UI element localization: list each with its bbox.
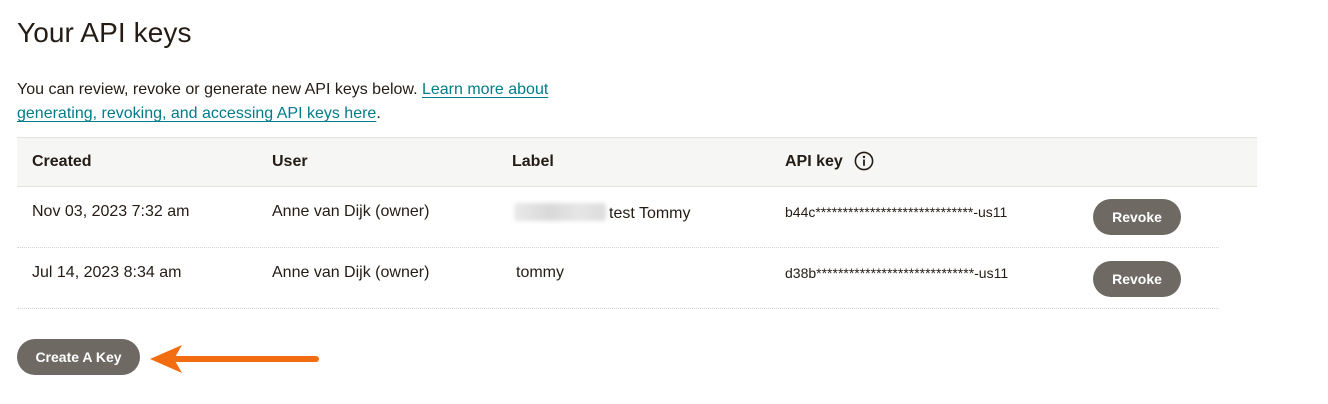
api-key-cell: b44c*****************************-us11 (785, 204, 1008, 220)
header-created: Created (32, 153, 92, 170)
info-icon[interactable] (854, 151, 874, 171)
revoke-button[interactable]: Revoke (1093, 261, 1181, 297)
label-cell: test Tommy (514, 203, 691, 223)
page-title: Your API keys (17, 17, 192, 48)
table-header: Created User Label API key (17, 137, 1257, 187)
created-cell: Nov 03, 2023 7:32 am (32, 203, 190, 220)
api-key-cell: d38b*****************************-us11 (785, 265, 1009, 281)
api-keys-page: Your API keys You can review, revoke or … (0, 0, 1328, 404)
table-row: Jul 14, 2023 8:34 am Anne van Dijk (owne… (17, 248, 1219, 309)
redacted-text (514, 203, 606, 221)
intro-end: . (376, 105, 381, 122)
label-text: test Tommy (609, 205, 691, 222)
user-cell: Anne van Dijk (owner) (272, 264, 430, 281)
header-label: Label (512, 153, 554, 170)
header-user: User (272, 153, 308, 170)
intro-paragraph: You can review, revoke or generate new A… (17, 78, 597, 126)
table-row: Nov 03, 2023 7:32 am Anne van Dijk (owne… (17, 187, 1219, 248)
revoke-button[interactable]: Revoke (1093, 199, 1181, 235)
arrow-annotation-icon (150, 345, 319, 373)
user-cell: Anne van Dijk (owner) (272, 203, 430, 220)
label-cell: tommy (516, 264, 564, 281)
created-cell: Jul 14, 2023 8:34 am (32, 264, 182, 281)
header-api-key: API key (785, 153, 843, 170)
intro-text: You can review, revoke or generate new A… (17, 81, 422, 98)
create-key-button[interactable]: Create A Key (17, 339, 140, 375)
api-keys-table: Created User Label API key Nov 03, 2023 … (17, 137, 1257, 309)
